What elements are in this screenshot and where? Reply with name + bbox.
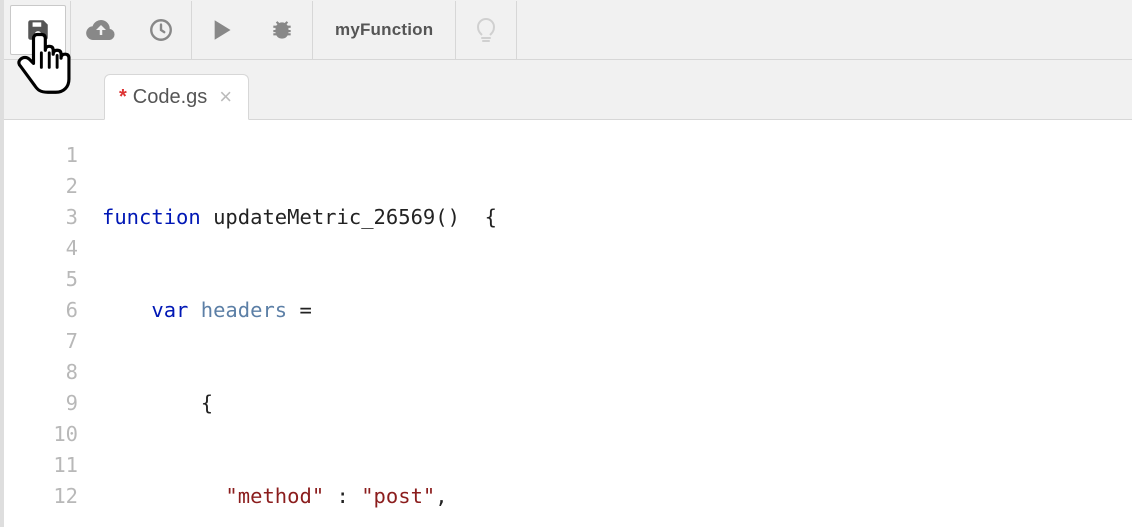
run-button[interactable] <box>192 1 252 59</box>
dirty-indicator: * <box>119 86 127 109</box>
deploy-button[interactable] <box>71 1 131 59</box>
code-line: { <box>102 388 1132 419</box>
code-editor[interactable]: 1 2 3 4 5 6 7 8 9 10 11 12 function upda… <box>4 120 1132 527</box>
line-number: 10 <box>4 419 78 450</box>
line-gutter: 1 2 3 4 5 6 7 8 9 10 11 12 <box>4 120 94 527</box>
line-number: 11 <box>4 450 78 481</box>
code-line: "method" : "post", <box>102 481 1132 512</box>
triggers-button[interactable] <box>131 1 191 59</box>
function-name-label: myFunction <box>335 20 433 40</box>
save-button[interactable] <box>10 5 66 55</box>
tab-filename: Code.gs <box>133 86 208 109</box>
line-number: 6 <box>4 295 78 326</box>
code-area[interactable]: function updateMetric_26569() { var head… <box>94 120 1132 527</box>
line-number: 4 <box>4 233 78 264</box>
code-line: function updateMetric_26569() { <box>102 202 1132 233</box>
line-number: 1 <box>4 140 78 171</box>
separator <box>516 1 517 59</box>
line-number: 8 <box>4 357 78 388</box>
debug-button[interactable] <box>252 1 312 59</box>
file-tab[interactable]: * Code.gs × <box>104 74 249 120</box>
toolbar: myFunction <box>4 0 1132 60</box>
function-selector[interactable]: myFunction <box>313 1 455 59</box>
line-number: 3 <box>4 202 78 233</box>
close-icon[interactable]: × <box>219 86 232 108</box>
hint-button[interactable] <box>456 1 516 59</box>
line-number: 12 <box>4 481 78 512</box>
line-number: 9 <box>4 388 78 419</box>
line-number: 5 <box>4 264 78 295</box>
line-number: 7 <box>4 326 78 357</box>
code-line: var headers = <box>102 295 1132 326</box>
tab-bar: * Code.gs × <box>4 60 1132 120</box>
line-number: 2 <box>4 171 78 202</box>
